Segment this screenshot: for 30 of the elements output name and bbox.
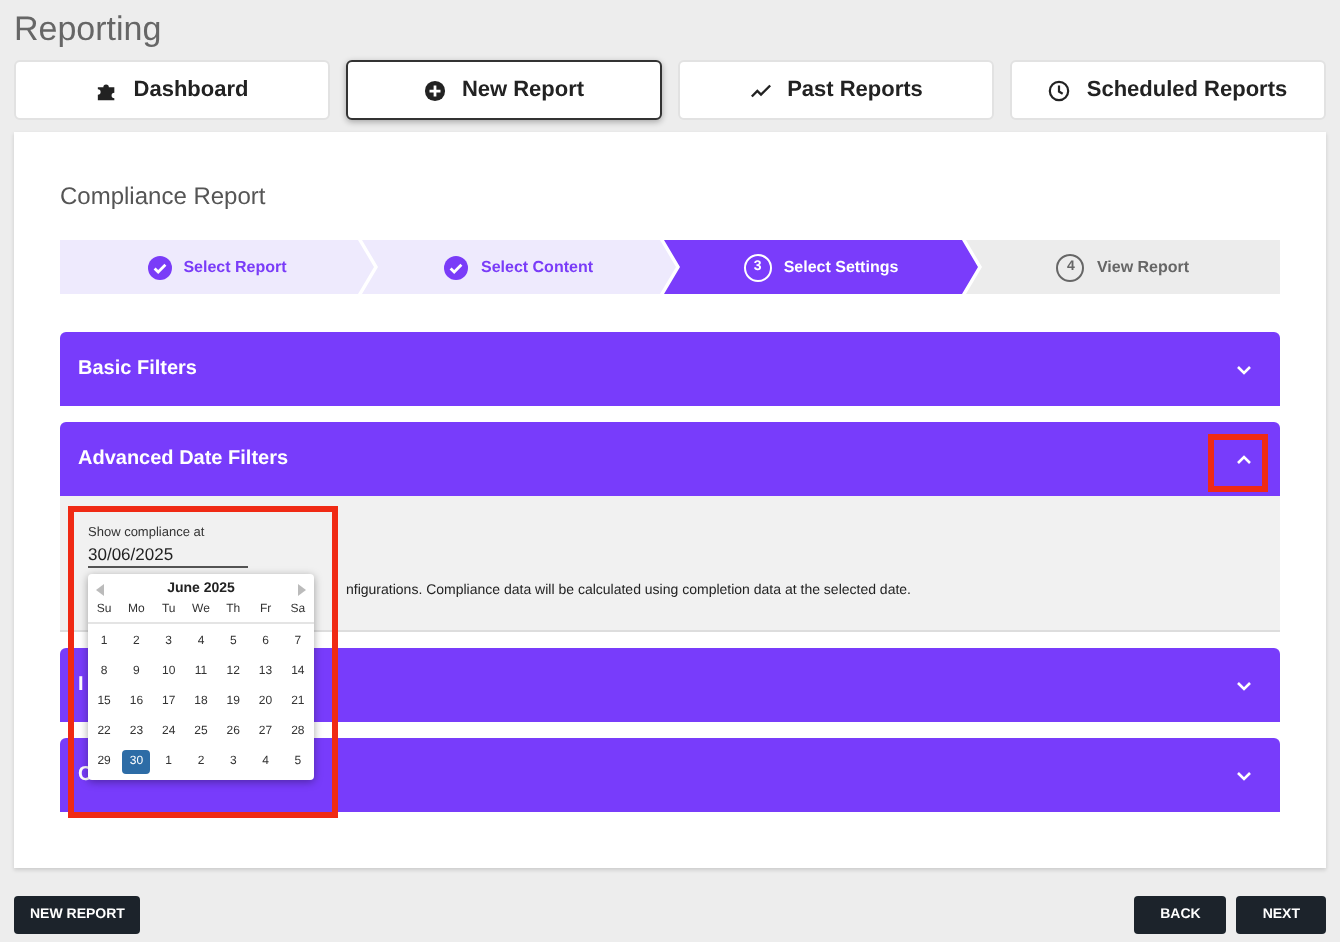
plus-circle-icon (423, 79, 446, 101)
check-circle-icon (444, 255, 469, 279)
accordion-title: I (78, 674, 84, 696)
accordion-title: Basic Filters (78, 358, 197, 380)
chevron-down-icon (1236, 677, 1252, 693)
puzzle-icon (95, 79, 118, 101)
step-label: Select Settings (783, 258, 899, 276)
chevron-up-icon (1236, 451, 1252, 467)
card-title: Compliance Report (60, 182, 268, 214)
tab[interactable]: Dashboard (14, 60, 330, 120)
accordion-header[interactable]: Advanced Date Filters (60, 422, 1280, 496)
tab[interactable]: New Report (346, 60, 662, 120)
chevron-down-icon (1236, 767, 1252, 783)
tab[interactable]: Scheduled Reports (1010, 60, 1326, 120)
step-label: Select Report (183, 258, 287, 276)
step[interactable]: Select Content (362, 240, 676, 294)
date-field[interactable]: 30/06/2025 (88, 540, 248, 568)
page-title: Reporting (14, 8, 164, 52)
tab[interactable]: Past Reports (678, 60, 994, 120)
trend-line-icon (749, 79, 772, 101)
clock-icon (1048, 79, 1071, 101)
chevron-down-icon (1236, 361, 1252, 377)
next-arrow-icon[interactable] (295, 583, 306, 595)
step[interactable]: Select Report (60, 240, 374, 294)
step-label: View Report (1096, 258, 1190, 276)
accordion-title: Advanced Date Filters (78, 448, 289, 470)
previous-arrow-icon[interactable] (96, 583, 106, 595)
check-circle-icon (147, 255, 172, 279)
step-label: Select Content (480, 258, 593, 276)
accordion-header[interactable]: Basic Filters (60, 332, 1280, 406)
